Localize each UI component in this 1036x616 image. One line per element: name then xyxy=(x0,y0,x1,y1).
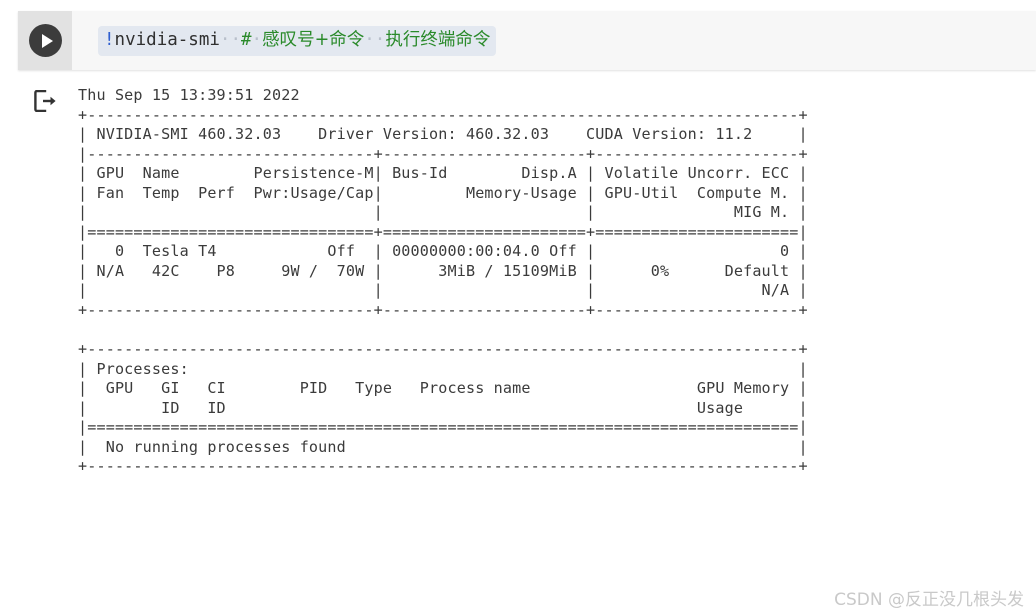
csdn-watermark: CSDN @反正没几根头发 xyxy=(834,590,1024,610)
nvidia-smi-output: Thu Sep 15 13:39:51 2022 +--------------… xyxy=(78,86,808,476)
code-whitespace-dots-3: ·· xyxy=(364,29,386,50)
code-cell[interactable]: !nvidia-smi··#·感叹号+命令··执行终端命令 xyxy=(18,11,1036,70)
code-token-command: nvidia-smi xyxy=(114,29,220,50)
run-cell-gutter[interactable] xyxy=(18,11,72,70)
code-comment-part-1: 感叹号+命令 xyxy=(262,29,365,50)
code-editor-area[interactable]: !nvidia-smi··#·感叹号+命令··执行终端命令 xyxy=(72,11,1036,70)
code-whitespace-dot-2: · xyxy=(251,29,263,50)
output-gutter xyxy=(18,74,72,616)
output-export-icon xyxy=(34,90,56,112)
code-token-bang: ! xyxy=(104,29,115,50)
code-line[interactable]: !nvidia-smi··#·感叹号+命令··执行终端命令 xyxy=(98,25,497,56)
play-icon[interactable] xyxy=(28,24,62,57)
code-whitespace-dots-1: ·· xyxy=(219,29,241,50)
code-comment-part-2: 执行终端命令 xyxy=(385,29,491,50)
notebook-container: !nvidia-smi··#·感叹号+命令··执行终端命令 Thu Sep 15… xyxy=(0,0,1036,616)
code-token-hash: # xyxy=(240,29,252,50)
output-cell: Thu Sep 15 13:39:51 2022 +--------------… xyxy=(18,74,1036,616)
page-left-margin xyxy=(0,0,18,616)
play-triangle xyxy=(41,33,53,48)
